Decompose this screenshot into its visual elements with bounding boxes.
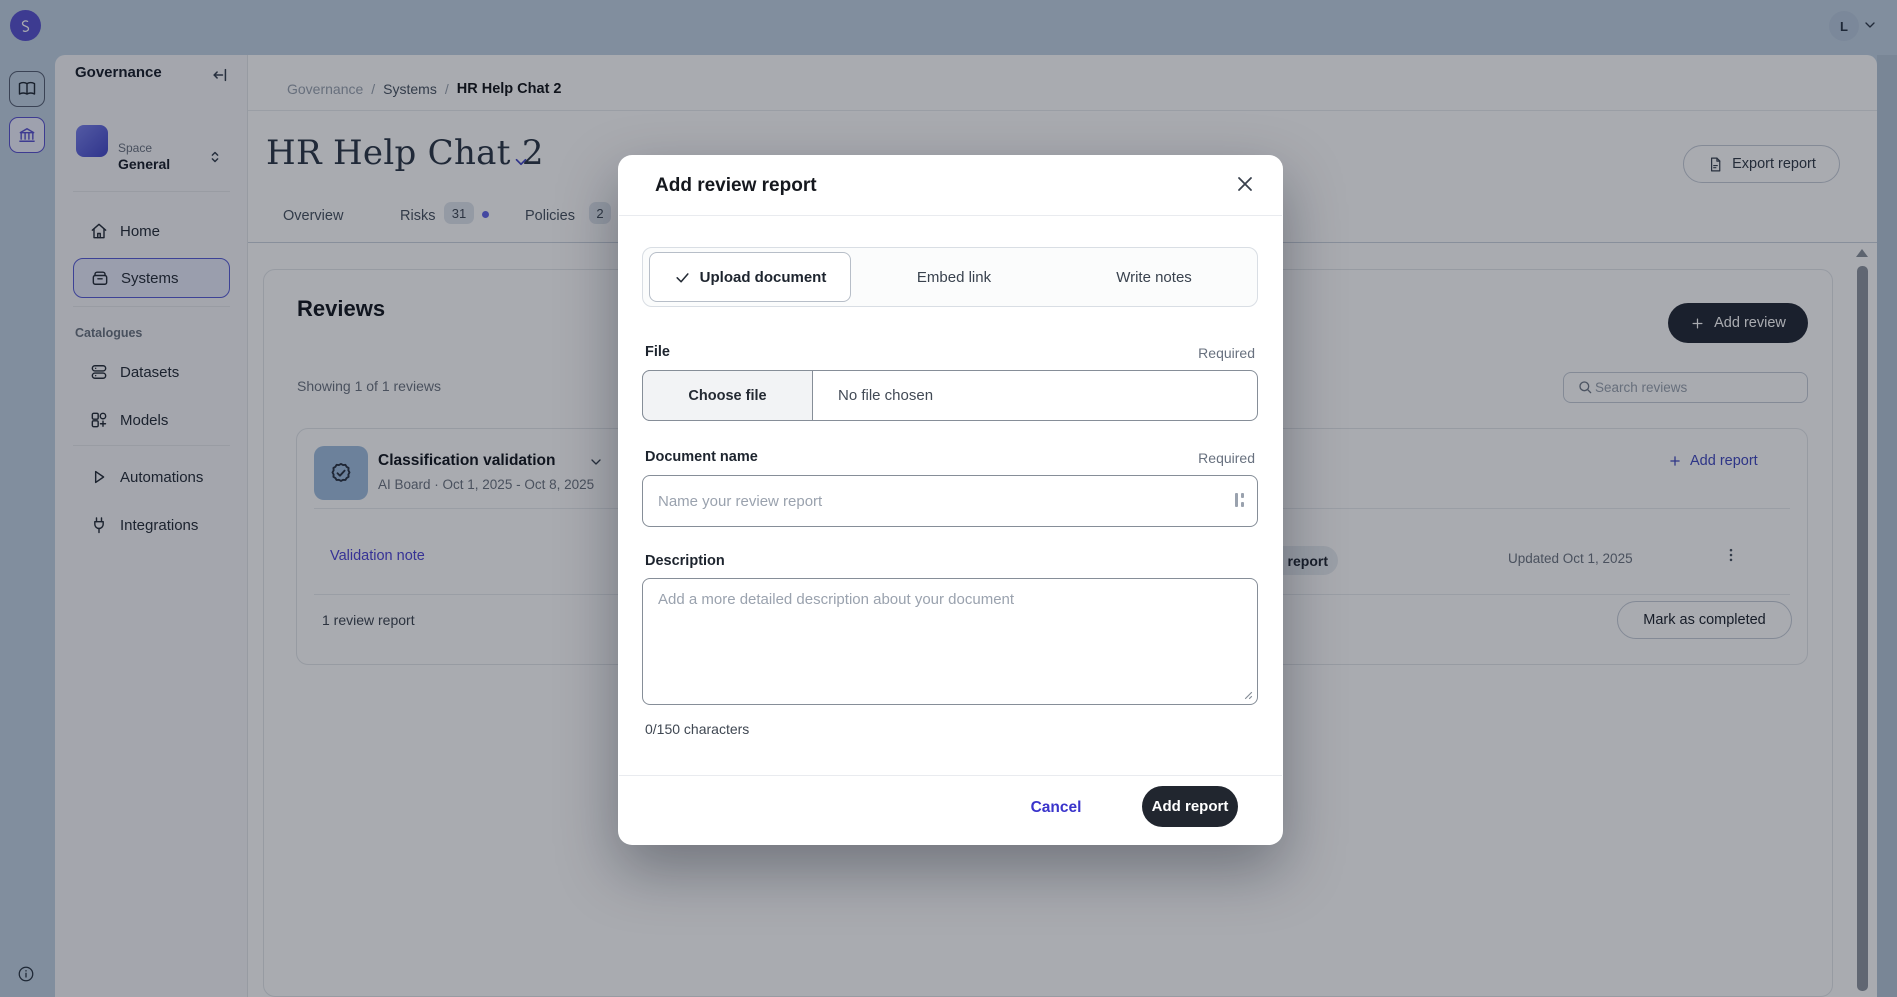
file-field-label: File [645,344,670,360]
modal-footer-divider [619,775,1282,776]
check-icon [674,269,691,286]
tab-embed-link-label: Embed link [917,269,991,286]
tab-upload-document[interactable]: Upload document [649,252,851,302]
document-name-input[interactable] [642,475,1258,527]
tab-write-notes[interactable]: Write notes [1053,252,1255,302]
cancel-button[interactable]: Cancel [1016,796,1096,820]
choose-file-label: Choose file [688,388,766,404]
add-report-button[interactable]: Add report [1142,786,1238,827]
choose-file-button[interactable]: Choose file [642,370,813,421]
document-name-required-badge: Required [1100,450,1255,466]
modal-header-divider [619,215,1282,216]
tab-embed-link[interactable]: Embed link [855,252,1053,302]
tab-write-notes-label: Write notes [1116,269,1192,286]
character-counter: 0/150 characters [645,721,749,737]
description-label: Description [645,553,725,569]
file-required-badge: Required [1100,345,1255,361]
input-extension-icon[interactable] [1234,490,1248,510]
close-icon[interactable] [1233,172,1257,196]
no-file-chosen-text: No file chosen [838,387,933,404]
description-textarea[interactable] [642,578,1258,705]
resize-handle-icon[interactable] [1241,688,1253,700]
tab-upload-document-label: Upload document [700,269,827,286]
modal-title: Add review report [655,175,817,197]
document-name-label: Document name [645,449,758,465]
